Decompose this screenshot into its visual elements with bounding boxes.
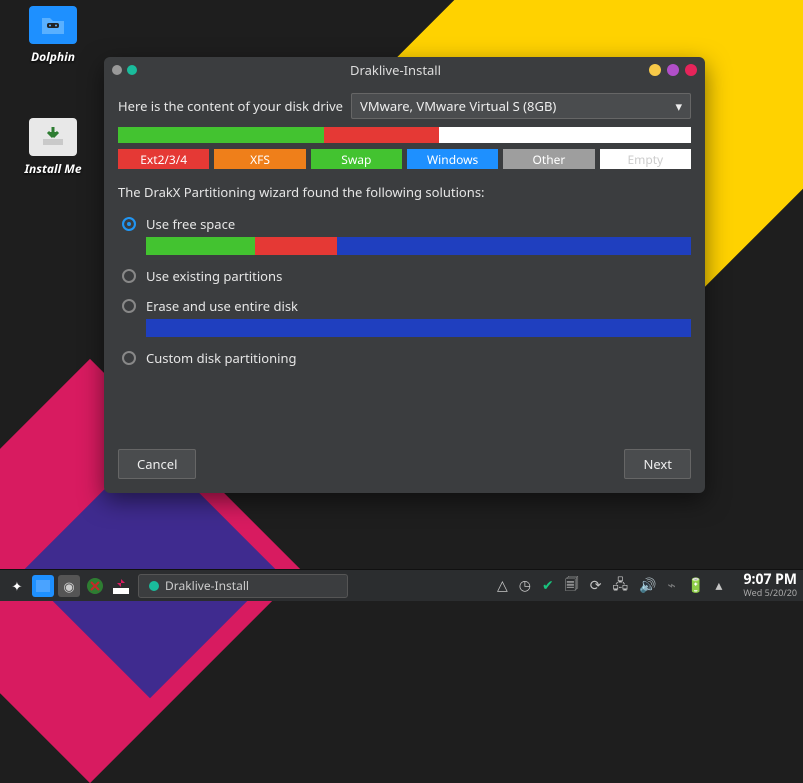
- task-label: Draklive-Install: [165, 577, 249, 594]
- clipboard-icon[interactable]: 🗐: [565, 574, 579, 598]
- chevron-down-icon: ▾: [675, 97, 682, 115]
- radio-icon: [122, 217, 136, 231]
- launcher-download-icon[interactable]: [110, 575, 132, 597]
- notifications-icon[interactable]: △: [497, 576, 508, 595]
- option-label: Custom disk partitioning: [146, 349, 297, 367]
- disk-content-label: Here is the content of your disk drive: [118, 97, 343, 115]
- app-icon: [112, 65, 122, 75]
- radio-icon: [122, 299, 136, 313]
- tray-expand-icon[interactable]: ▴: [715, 576, 722, 595]
- launcher-dolphin-icon[interactable]: [32, 575, 54, 597]
- drive-select[interactable]: VMware, VMware Virtual S (8GB) ▾: [351, 93, 691, 119]
- drive-select-value: VMware, VMware Virtual S (8GB): [360, 97, 556, 115]
- shield-ok-icon[interactable]: ✔: [542, 576, 554, 595]
- minimize-button[interactable]: [649, 64, 661, 76]
- taskbar-task-draklive[interactable]: Draklive-Install: [138, 574, 348, 598]
- taskbar: ✦ ◉ Draklive-Install △ ◷ ✔ 🗐 ⟳ 🖧 🔊 ⌁ 🔋 ▴…: [0, 569, 803, 601]
- legend-swap: Swap: [311, 149, 402, 169]
- folder-icon: [29, 6, 77, 44]
- desktop-icon-label: Dolphin: [31, 48, 75, 65]
- desktop-icon-label: Install Me: [24, 160, 81, 177]
- option-erase-disk[interactable]: Erase and use entire disk: [118, 297, 691, 337]
- wizard-prompt: The DrakX Partitioning wizard found the …: [118, 183, 691, 201]
- option-use-existing[interactable]: Use existing partitions: [118, 267, 691, 285]
- bluetooth-icon[interactable]: ⌁: [668, 576, 676, 595]
- app-launcher-icon[interactable]: ✦: [6, 575, 28, 597]
- option-preview-bar: [146, 237, 691, 255]
- legend-windows: Windows: [407, 149, 498, 169]
- legend-other: Other: [503, 149, 594, 169]
- close-button[interactable]: [685, 64, 697, 76]
- clock-icon[interactable]: ◷: [519, 576, 531, 595]
- next-button[interactable]: Next: [624, 449, 691, 479]
- option-label: Use free space: [146, 215, 235, 233]
- option-custom-partitioning[interactable]: Custom disk partitioning: [118, 349, 691, 367]
- disk-usage-bar: [118, 127, 691, 143]
- radio-icon: [122, 269, 136, 283]
- titlebar[interactable]: Draklive-Install: [104, 57, 705, 83]
- clock-date: Wed 5/20/20: [743, 588, 797, 597]
- desktop-icon-dolphin[interactable]: Dolphin: [16, 6, 90, 65]
- installer-window: Draklive-Install Here is the content of …: [104, 57, 705, 493]
- task-app-icon: [149, 581, 159, 591]
- option-label: Use existing partitions: [146, 267, 282, 285]
- launcher-software-icon[interactable]: [84, 575, 106, 597]
- installer-icon: [29, 118, 77, 156]
- maximize-button[interactable]: [667, 64, 679, 76]
- cancel-button[interactable]: Cancel: [118, 449, 196, 479]
- updater-icon[interactable]: ⟳: [590, 576, 602, 595]
- volume-icon[interactable]: 🔊: [639, 576, 656, 595]
- desktop-icon-install[interactable]: Install Me: [16, 118, 90, 177]
- partition-legend: Ext2/3/4 XFS Swap Windows Other Empty: [118, 149, 691, 169]
- option-label: Erase and use entire disk: [146, 297, 298, 315]
- legend-empty: Empty: [600, 149, 691, 169]
- network-icon[interactable]: 🖧: [612, 574, 628, 598]
- option-preview-bar: [146, 319, 691, 337]
- battery-icon[interactable]: 🔋: [687, 576, 704, 595]
- window-title: Draklive-Install: [142, 61, 649, 79]
- app-icon: [127, 65, 137, 75]
- option-use-free-space[interactable]: Use free space: [118, 215, 691, 255]
- legend-ext: Ext2/3/4: [118, 149, 209, 169]
- legend-xfs: XFS: [214, 149, 305, 169]
- radio-icon: [122, 351, 136, 365]
- panel-clock[interactable]: 9:07 PM Wed 5/20/20: [743, 573, 797, 597]
- launcher-media-icon[interactable]: ◉: [58, 575, 80, 597]
